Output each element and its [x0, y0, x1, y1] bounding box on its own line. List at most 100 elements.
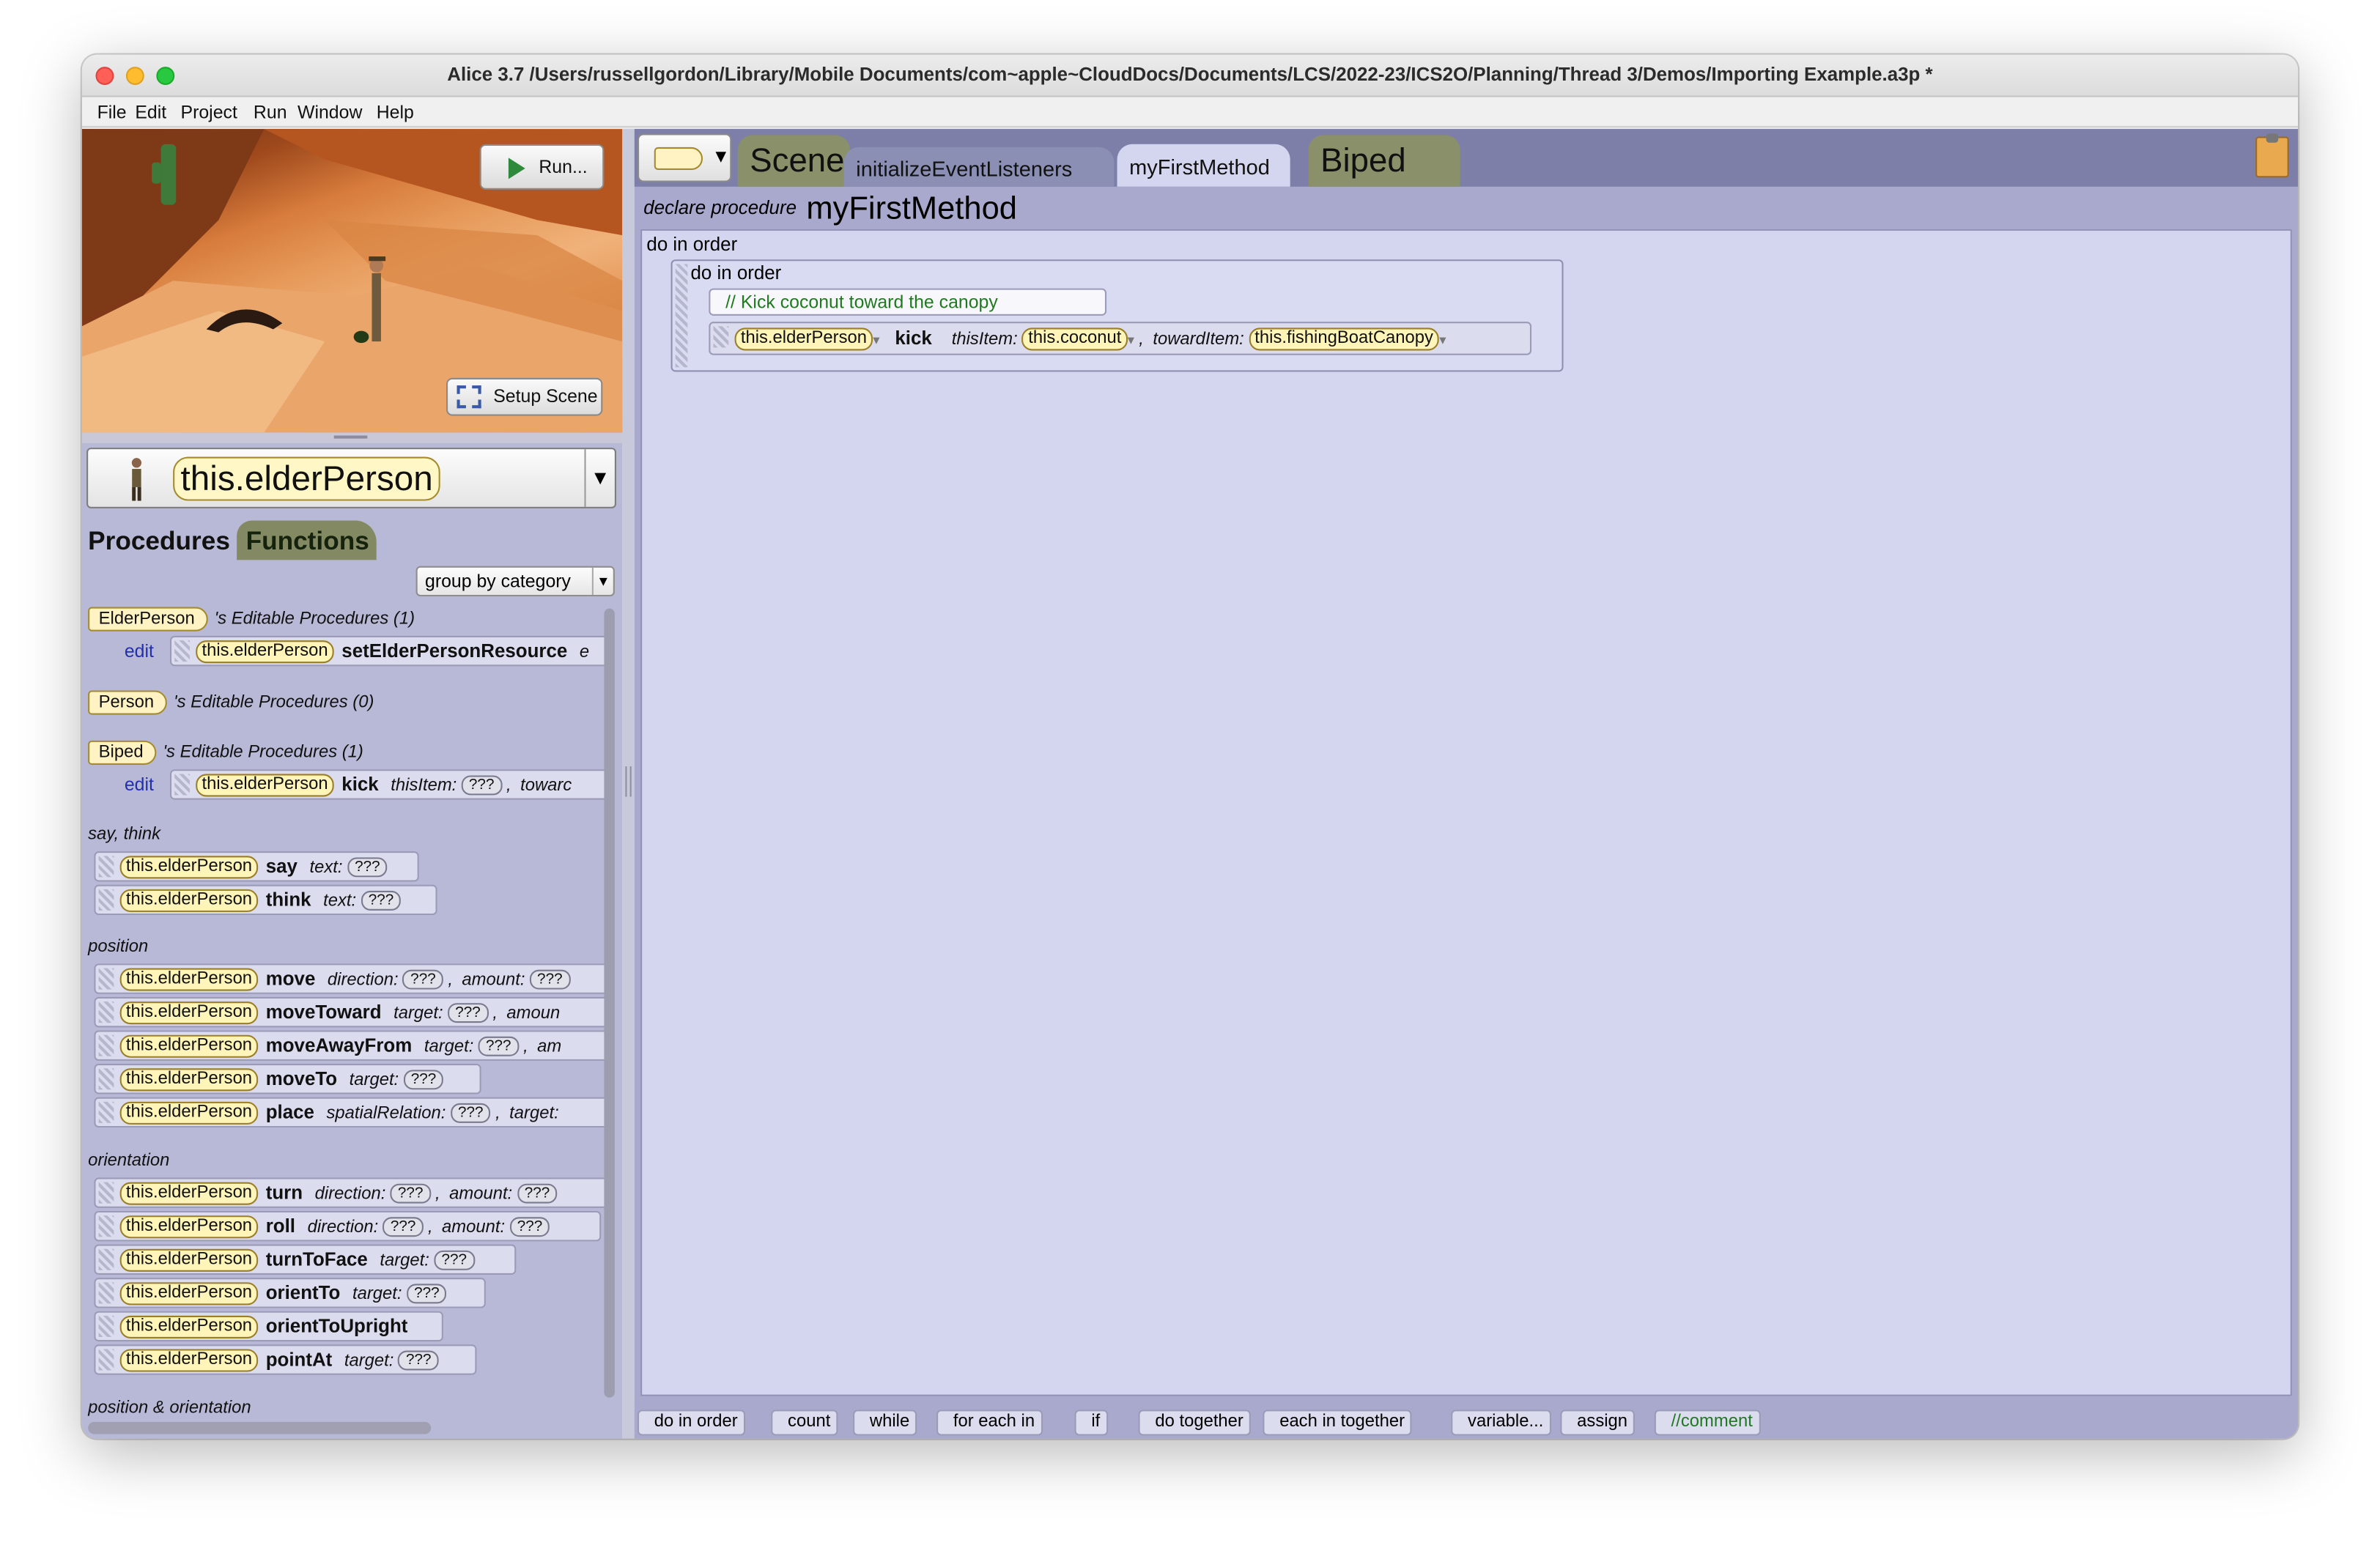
control-each-in-together[interactable]: each in together — [1263, 1410, 1413, 1436]
comma: , — [523, 1037, 528, 1056]
menu-file[interactable]: File — [97, 102, 127, 123]
this-pill: this.elderPerson — [119, 1282, 259, 1306]
control-variable[interactable]: variable... — [1451, 1410, 1551, 1436]
tab-procedures-label: Procedures — [88, 526, 230, 556]
code-editor[interactable]: do in order — [640, 229, 2292, 1396]
control-if[interactable]: if — [1074, 1410, 1108, 1436]
control-while[interactable]: while — [853, 1410, 917, 1436]
edit-link[interactable]: edit — [125, 640, 154, 662]
comment-block[interactable]: // Kick coconut toward the canopy — [709, 288, 1107, 316]
control-count[interactable]: count — [771, 1410, 838, 1436]
control-do-together[interactable]: do together — [1138, 1410, 1252, 1436]
control-assign[interactable]: assign — [1560, 1410, 1636, 1436]
tab-procedures[interactable]: Procedures — [81, 520, 234, 560]
control-do-in-order[interactable]: do in order — [637, 1410, 746, 1436]
statement-target[interactable]: this.elderPerson — [734, 327, 873, 351]
tab-initialize-event-listeners[interactable]: initializeEventListeners — [843, 147, 1115, 187]
arg-placeholder[interactable]: ??? — [402, 969, 444, 990]
arg-placeholder[interactable]: ??? — [434, 1250, 475, 1270]
turn-to-face-block[interactable]: this.elderPerson turnToFace target:??? — [94, 1244, 517, 1275]
inner-do-in-order-block[interactable]: do in order // Kick coconut toward the c… — [670, 259, 1564, 372]
arg-placeholder[interactable]: ??? — [509, 1217, 550, 1237]
instance-selector[interactable]: this.elderPerson ▼ — [86, 448, 616, 508]
this-pill: this.elderPerson — [119, 1248, 259, 1272]
comma: , — [427, 1218, 433, 1237]
arg-placeholder[interactable]: ??? — [447, 1003, 489, 1023]
grip-icon — [333, 435, 368, 439]
scene-view[interactable]: Run... Setup Scene — [81, 129, 623, 433]
move-away-from-block[interactable]: this.elderPerson moveAwayFrom target:???, a… — [94, 1030, 606, 1061]
kick-block[interactable]: this.elderPerson kick thisItem:???, towarc — [169, 769, 606, 800]
menu-run[interactable]: Run — [254, 102, 287, 123]
param-label: target: — [352, 1285, 402, 1304]
arg-placeholder[interactable]: ??? — [450, 1103, 491, 1123]
method-name: place — [265, 1101, 314, 1123]
param-label: target: — [344, 1352, 394, 1371]
arg-placeholder[interactable]: ??? — [390, 1183, 431, 1204]
tab-functions[interactable]: Functions — [237, 520, 377, 560]
type-dropdown[interactable]: ▼ — [637, 133, 732, 182]
setup-scene-label: Setup Scene — [493, 385, 598, 407]
orient-to-block[interactable]: this.elderPerson orientTo target:??? — [94, 1278, 486, 1308]
arg-placeholder[interactable]: ??? — [403, 1070, 444, 1090]
arg-placeholder[interactable]: ??? — [406, 1284, 447, 1304]
param-label: thisItem: — [391, 777, 457, 796]
selector-dropdown-icon[interactable]: ▼ — [584, 449, 614, 507]
app-window: Alice 3.7 /Users/russellgordon/Library/M… — [81, 54, 2299, 1439]
class-elderperson: ElderPerson — [88, 607, 209, 632]
tab-biped[interactable]: Biped — [1308, 135, 1460, 187]
menu-project[interactable]: Project — [180, 102, 237, 123]
chevron-down-icon[interactable]: ▾ — [1439, 333, 1446, 348]
method-title: myFirstMethod — [806, 190, 1017, 226]
run-button[interactable]: Run... — [479, 144, 605, 190]
statement-arg-1[interactable]: this.coconut — [1021, 327, 1128, 351]
control-for-each-in[interactable]: for each in — [936, 1410, 1043, 1436]
tab-my-first-method[interactable]: myFirstMethod — [1117, 144, 1290, 187]
scene-splitter[interactable] — [81, 432, 623, 443]
edit-link[interactable]: edit — [125, 774, 154, 795]
param-label: direction: — [327, 971, 399, 990]
procedure-list-vscrollbar[interactable] — [604, 608, 615, 1398]
clipboard-icon[interactable] — [2255, 133, 2289, 178]
statement-arg-2[interactable]: this.fishingBoatCanopy — [1249, 327, 1440, 351]
arg-placeholder[interactable]: ??? — [461, 775, 502, 796]
arg-placeholder[interactable]: ??? — [529, 969, 570, 990]
procedure-list-hscrollbar[interactable] — [88, 1421, 432, 1434]
arg-placeholder[interactable]: ??? — [478, 1036, 519, 1056]
control-comment[interactable]: //comment — [1654, 1410, 1761, 1436]
menu-help[interactable]: Help — [377, 102, 414, 123]
chevron-down-icon[interactable]: ▾ — [873, 333, 879, 348]
arg-placeholder[interactable]: ??? — [398, 1350, 439, 1371]
arg-placeholder[interactable]: ??? — [347, 857, 388, 878]
param-label: amount: — [442, 1218, 506, 1237]
arg-placeholder[interactable]: ??? — [382, 1217, 424, 1237]
turn-block[interactable]: this.elderPerson turn direction:???, amount… — [94, 1177, 606, 1208]
say-block[interactable]: this.elderPerson say text:??? — [94, 851, 419, 882]
comma: , — [435, 1185, 440, 1204]
control-structures-bar: do in order count while for each in if d… — [634, 1404, 2299, 1439]
orient-to-upright-block[interactable]: this.elderPerson orientToUpright — [94, 1311, 443, 1342]
set-elder-resource-block[interactable]: this.elderPerson setElderPersonResource e — [169, 635, 606, 667]
method-name: moveTo — [265, 1068, 338, 1090]
place-block[interactable]: this.elderPerson place spatialRelation:???… — [94, 1097, 606, 1128]
menu-window[interactable]: Window — [298, 102, 362, 123]
setup-scene-button[interactable]: Setup Scene — [446, 377, 603, 416]
arg-placeholder[interactable]: ??? — [361, 890, 402, 911]
tab-scene[interactable]: Scene — [737, 135, 850, 187]
arg-placeholder[interactable]: ??? — [517, 1183, 558, 1204]
comment-text[interactable]: // Kick coconut toward the canopy — [725, 292, 998, 313]
statement-param-2: towardItem: — [1153, 330, 1244, 349]
move-block[interactable]: this.elderPerson move direction:???, amount… — [94, 963, 606, 994]
param-label: target: — [393, 1004, 443, 1023]
menu-edit[interactable]: Edit — [135, 102, 166, 123]
chevron-down-icon[interactable]: ▾ — [1128, 333, 1134, 348]
move-to-block[interactable]: this.elderPerson moveTo target:??? — [94, 1064, 481, 1095]
panel-divider[interactable] — [622, 129, 635, 1439]
think-block[interactable]: this.elderPerson think text:??? — [94, 884, 437, 916]
drag-handle[interactable] — [675, 264, 688, 368]
move-toward-block[interactable]: this.elderPerson moveToward target:???, amo… — [94, 996, 606, 1028]
group-by-select[interactable]: group by category ▼ — [415, 566, 615, 597]
point-at-block[interactable]: this.elderPerson pointAt target:??? — [94, 1344, 477, 1375]
roll-block[interactable]: this.elderPerson roll direction:???, amount… — [94, 1210, 602, 1242]
kick-statement[interactable]: this.elderPerson ▾ kick thisItem: this.cocon… — [709, 322, 1532, 355]
